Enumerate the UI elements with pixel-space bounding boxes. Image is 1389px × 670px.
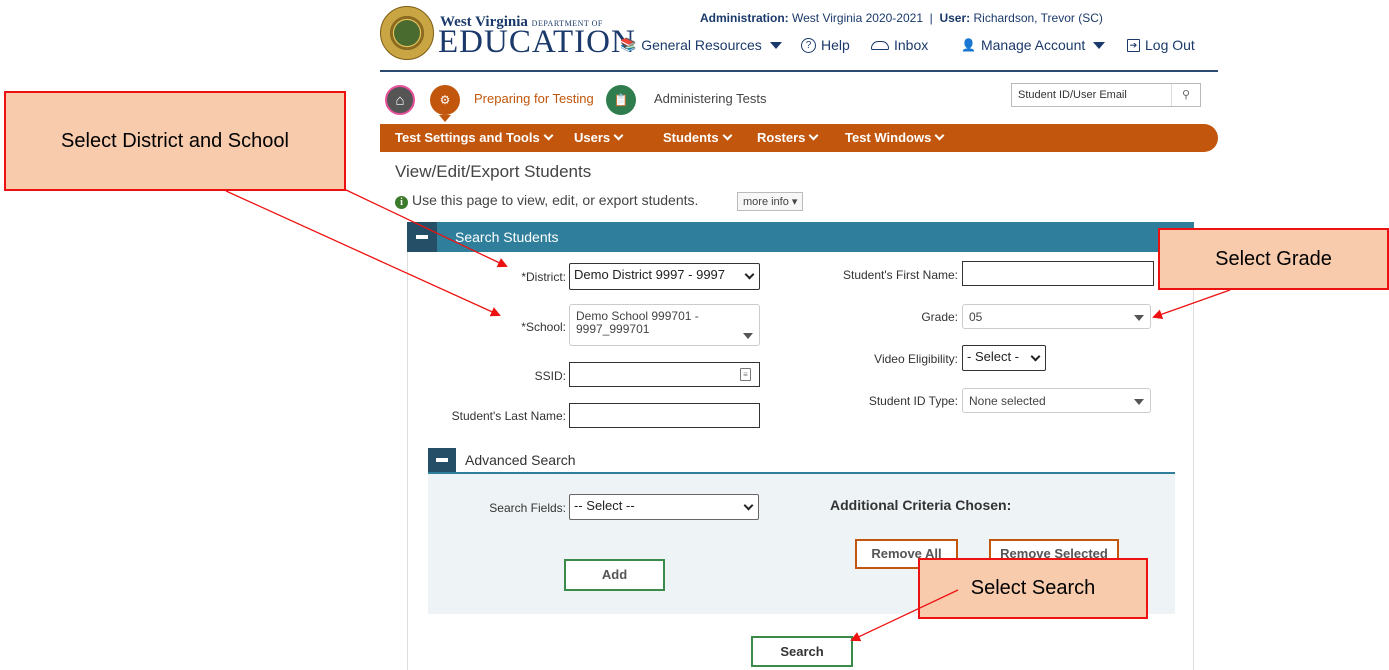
menu-users[interactable]: Users [574, 130, 624, 145]
chevron-down-icon [613, 130, 624, 141]
home-icon: ⌂ [395, 91, 405, 109]
caret-down-icon [1134, 315, 1144, 321]
preparing-role-icon[interactable]: ⚙ [430, 85, 460, 115]
contact-card-icon: ≡ [740, 368, 751, 381]
more-info-button[interactable]: more info ▾ [737, 192, 804, 211]
user-icon: 👤 [961, 38, 976, 52]
district-label: *District: [521, 270, 566, 284]
caret-down-icon [1134, 399, 1144, 405]
callout-select-grade: Select Grade [1158, 228, 1389, 290]
student-id-type-label: Student ID Type: [868, 394, 958, 408]
add-button[interactable]: Add [564, 559, 665, 591]
gear-user-icon: ⚙ [439, 93, 451, 107]
page-title: View/Edit/Export Students [395, 162, 592, 181]
chevron-down-icon [743, 500, 754, 511]
search-icon[interactable]: ⚲ [1171, 84, 1200, 106]
active-role-pointer [439, 115, 451, 122]
inbox-link[interactable]: Inbox [871, 37, 928, 53]
help-icon: ? [801, 37, 816, 53]
administering-role-icon[interactable]: 📋 [606, 85, 636, 115]
caret-down-icon [769, 41, 782, 49]
log-out-link[interactable]: ➔ Log Out [1127, 37, 1195, 53]
menu-test-windows[interactable]: Test Windows [845, 130, 945, 145]
chevron-down-icon [934, 130, 945, 141]
chevron-down-icon [744, 269, 755, 280]
ssid-label: SSID: [534, 369, 566, 383]
video-eligibility-label: Video Eligibility: [874, 352, 958, 366]
clipboard-user-icon: 📋 [613, 93, 629, 107]
search-fields-label: Search Fields: [489, 501, 566, 515]
school-label: *School: [521, 320, 566, 334]
administering-tests-link[interactable]: Administering Tests [654, 91, 766, 106]
menu-students[interactable]: Students [663, 130, 733, 145]
general-resources-menu[interactable]: 📚 General Resources [620, 37, 782, 53]
first-name-input[interactable] [962, 261, 1154, 286]
last-name-input[interactable] [569, 403, 760, 428]
log-out-icon: ➔ [1127, 38, 1140, 52]
chevron-down-icon [1030, 351, 1041, 362]
grade-label: Grade: [921, 310, 958, 324]
caret-down-icon [743, 333, 753, 339]
student-id-type-select[interactable]: None selected [962, 388, 1151, 413]
help-link[interactable]: ? Help [801, 37, 850, 53]
grade-select[interactable]: 05 [962, 304, 1151, 329]
logo-education: EDUCATION [438, 24, 636, 60]
advanced-search-title: Advanced Search [465, 452, 576, 468]
inbox-icon [871, 40, 889, 50]
collapse-icon[interactable] [407, 222, 437, 252]
search-students-title: Search Students [455, 229, 559, 245]
page-description: i Use this page to view, edit, or export … [395, 192, 698, 209]
last-name-label: Student's Last Name: [451, 409, 566, 423]
caret-down-icon [1093, 41, 1106, 49]
menu-rosters[interactable]: Rosters [757, 130, 819, 145]
advanced-collapse-icon[interactable] [428, 448, 456, 472]
search-fields-select[interactable]: -- Select -- [569, 494, 759, 520]
chevron-down-icon [808, 130, 819, 141]
info-icon: i [395, 196, 408, 209]
school-select[interactable]: Demo School 999701 - 9997_999701 [569, 304, 760, 346]
chevron-down-icon [722, 130, 733, 141]
search-button[interactable]: Search [751, 636, 853, 667]
video-eligibility-select[interactable]: - Select - [962, 345, 1046, 371]
header-divider [380, 70, 1218, 72]
callout-select-district-school: Select District and School [4, 91, 346, 191]
additional-criteria-label: Additional Criteria Chosen: [830, 497, 1012, 513]
menu-test-settings[interactable]: Test Settings and Tools [395, 130, 554, 145]
ssid-input[interactable]: ≡ [569, 362, 760, 387]
preparing-for-testing-link[interactable]: Preparing for Testing [474, 91, 594, 106]
district-select[interactable]: Demo District 9997 - 9997 [569, 263, 760, 290]
book-icon: 📚 [620, 37, 637, 52]
first-name-label: Student's First Name: [843, 268, 958, 282]
manage-account-menu[interactable]: 👤 Manage Account [961, 37, 1106, 53]
wv-seal-logo [380, 6, 434, 60]
callout-select-search: Select Search [918, 558, 1148, 619]
chevron-down-icon [543, 130, 554, 141]
home-button[interactable]: ⌂ [385, 85, 415, 115]
student-id-search[interactable]: Student ID/User Email ⚲ [1011, 83, 1201, 107]
administration-info: Administration: West Virginia 2020-2021 … [700, 11, 1103, 25]
